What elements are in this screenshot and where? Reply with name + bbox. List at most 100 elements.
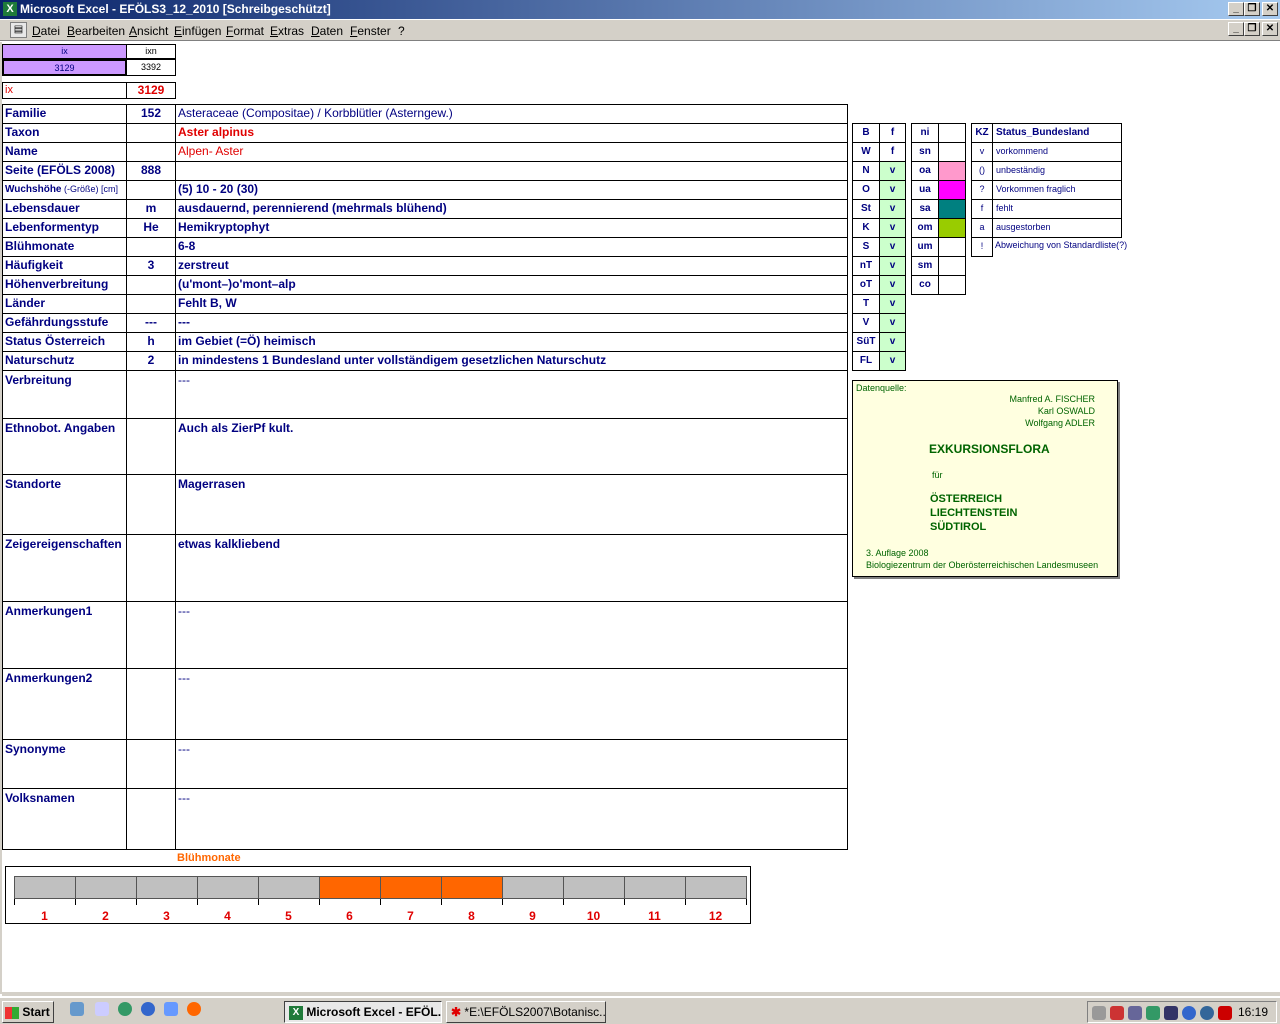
firefox-icon[interactable] xyxy=(187,1002,201,1016)
ie-icon[interactable] xyxy=(141,1002,155,1016)
start-button[interactable]: Start xyxy=(2,1001,54,1023)
minimize-button[interactable]: _ xyxy=(1228,2,1244,16)
ix-header: ix xyxy=(2,44,127,59)
big-row-value[interactable]: --- xyxy=(175,739,848,789)
region-code: St xyxy=(852,199,880,219)
row-label-text: Name xyxy=(5,144,38,158)
menu-einfuegen[interactable]: Einfügen xyxy=(174,24,221,38)
big-row-code[interactable] xyxy=(126,788,176,850)
chart-title: Blühmonate xyxy=(177,852,241,864)
info-icon[interactable] xyxy=(1182,1006,1196,1020)
row-code[interactable]: 3 xyxy=(126,256,176,276)
big-row-value[interactable]: Magerrasen xyxy=(175,474,848,535)
row-value[interactable]: in mindestens 1 Bundesland unter vollstä… xyxy=(175,351,848,371)
task-editor[interactable]: ✱ *E:\EFÖLS2007\Botanisc... xyxy=(446,1001,606,1023)
big-row-code[interactable] xyxy=(126,474,176,535)
document-icon[interactable]: ▤ xyxy=(10,22,27,38)
media-icon[interactable] xyxy=(118,1002,132,1016)
row-code[interactable] xyxy=(126,142,176,162)
task-excel[interactable]: X Microsoft Excel - EFÖL... xyxy=(284,1001,442,1023)
menu-help[interactable]: ? xyxy=(398,24,405,38)
row-value[interactable]: ausdauernd, perennierend (mehrmals blühe… xyxy=(175,199,848,219)
month-tick xyxy=(563,899,564,905)
row-code[interactable]: He xyxy=(126,218,176,238)
altitude-color-swatch xyxy=(938,142,966,162)
row-code[interactable] xyxy=(126,180,176,200)
excel-icon[interactable]: X xyxy=(3,2,17,16)
desktop-icon[interactable] xyxy=(70,1002,84,1016)
antivirus-icon[interactable] xyxy=(1218,1006,1232,1020)
source-edition: 3. Auflage 2008 xyxy=(866,548,929,558)
row-value[interactable]: (u'mont–)o'mont–alp xyxy=(175,275,848,295)
row-value[interactable]: 6-8 xyxy=(175,237,848,257)
row-code[interactable]: 2 xyxy=(126,351,176,371)
month-bar xyxy=(258,876,320,899)
row-code[interactable]: 888 xyxy=(126,161,176,181)
row-label: Lebensdauer xyxy=(2,199,127,219)
menu-daten[interactable]: Daten xyxy=(311,24,343,38)
row-value[interactable]: Asteraceae (Compositae) / Korbblütler (A… xyxy=(175,104,848,124)
hardware-icon[interactable] xyxy=(1146,1006,1160,1020)
big-row-value[interactable]: --- xyxy=(175,601,848,669)
menu-bearbeiten[interactable]: Bearbeiten xyxy=(67,24,125,38)
big-row-label: Ethnobot. Angaben xyxy=(2,418,127,475)
doc-restore-button[interactable]: ❐ xyxy=(1244,22,1260,36)
month-tick xyxy=(75,899,76,905)
source-work: EXKURSIONSFLORA xyxy=(929,442,1050,456)
row-code[interactable] xyxy=(126,294,176,314)
big-row-code[interactable] xyxy=(126,668,176,740)
big-row-value[interactable]: --- xyxy=(175,668,848,740)
big-row-value[interactable]: --- xyxy=(175,370,848,419)
row-code[interactable]: 152 xyxy=(126,104,176,124)
row-value[interactable]: --- xyxy=(175,313,848,333)
altitude-color-swatch xyxy=(938,218,966,238)
big-row-code[interactable] xyxy=(126,418,176,475)
month-tick xyxy=(746,899,747,905)
big-row-code[interactable] xyxy=(126,534,176,602)
search-icon[interactable] xyxy=(1128,1006,1142,1020)
region-code: T xyxy=(852,294,880,314)
row-value[interactable]: (5) 10 - 20 (30) xyxy=(175,180,848,200)
row-code[interactable]: m xyxy=(126,199,176,219)
menu-bar: ▤ Datei Bearbeiten Ansicht Einfügen Form… xyxy=(0,20,1280,41)
ixn-value-cell[interactable]: 3392 xyxy=(126,59,176,76)
big-row-value[interactable]: etwas kalkliebend xyxy=(175,534,848,602)
doc-minimize-button[interactable]: _ xyxy=(1228,22,1244,36)
ix-value-cell[interactable]: 3129 xyxy=(2,59,127,76)
big-row-code[interactable] xyxy=(126,601,176,669)
big-row-code[interactable] xyxy=(126,739,176,789)
update-icon[interactable] xyxy=(1200,1006,1214,1020)
big-row-label: Standorte xyxy=(2,474,127,535)
row-value[interactable]: im Gebiet (=Ö) heimisch xyxy=(175,332,848,352)
big-row-value[interactable]: --- xyxy=(175,788,848,850)
menu-datei[interactable]: Datei xyxy=(32,24,60,38)
maximize-button[interactable]: ❐ xyxy=(1244,2,1260,16)
explorer-icon[interactable] xyxy=(95,1002,109,1016)
close-button[interactable]: ✕ xyxy=(1262,2,1278,16)
menu-format[interactable]: Format xyxy=(226,24,264,38)
outlook-icon[interactable] xyxy=(164,1002,178,1016)
month-bar xyxy=(14,876,76,899)
row-value[interactable]: Fehlt B, W xyxy=(175,294,848,314)
region-status: v xyxy=(879,332,906,352)
row-value[interactable]: Aster alpinus xyxy=(175,123,848,143)
row-code[interactable]: h xyxy=(126,332,176,352)
doc-close-button[interactable]: ✕ xyxy=(1262,22,1278,36)
row-code[interactable] xyxy=(126,237,176,257)
big-row-value[interactable]: Auch als ZierPf kult. xyxy=(175,418,848,475)
row-value[interactable]: Hemikryptophyt xyxy=(175,218,848,238)
legend-text: fehlt xyxy=(992,199,1122,219)
big-row-code[interactable] xyxy=(126,370,176,419)
row-code[interactable] xyxy=(126,275,176,295)
security-icon[interactable] xyxy=(1164,1006,1178,1020)
volume-icon[interactable] xyxy=(1110,1006,1124,1020)
row-value[interactable] xyxy=(175,161,848,181)
row-value[interactable]: zerstreut xyxy=(175,256,848,276)
row-code[interactable]: --- xyxy=(126,313,176,333)
row-code[interactable] xyxy=(126,123,176,143)
menu-ansicht[interactable]: Ansicht xyxy=(129,24,168,38)
network-icon[interactable] xyxy=(1092,1006,1106,1020)
row-value[interactable]: Alpen- Aster xyxy=(175,142,848,162)
menu-fenster[interactable]: Fenster xyxy=(350,24,391,38)
menu-extras[interactable]: Extras xyxy=(270,24,304,38)
